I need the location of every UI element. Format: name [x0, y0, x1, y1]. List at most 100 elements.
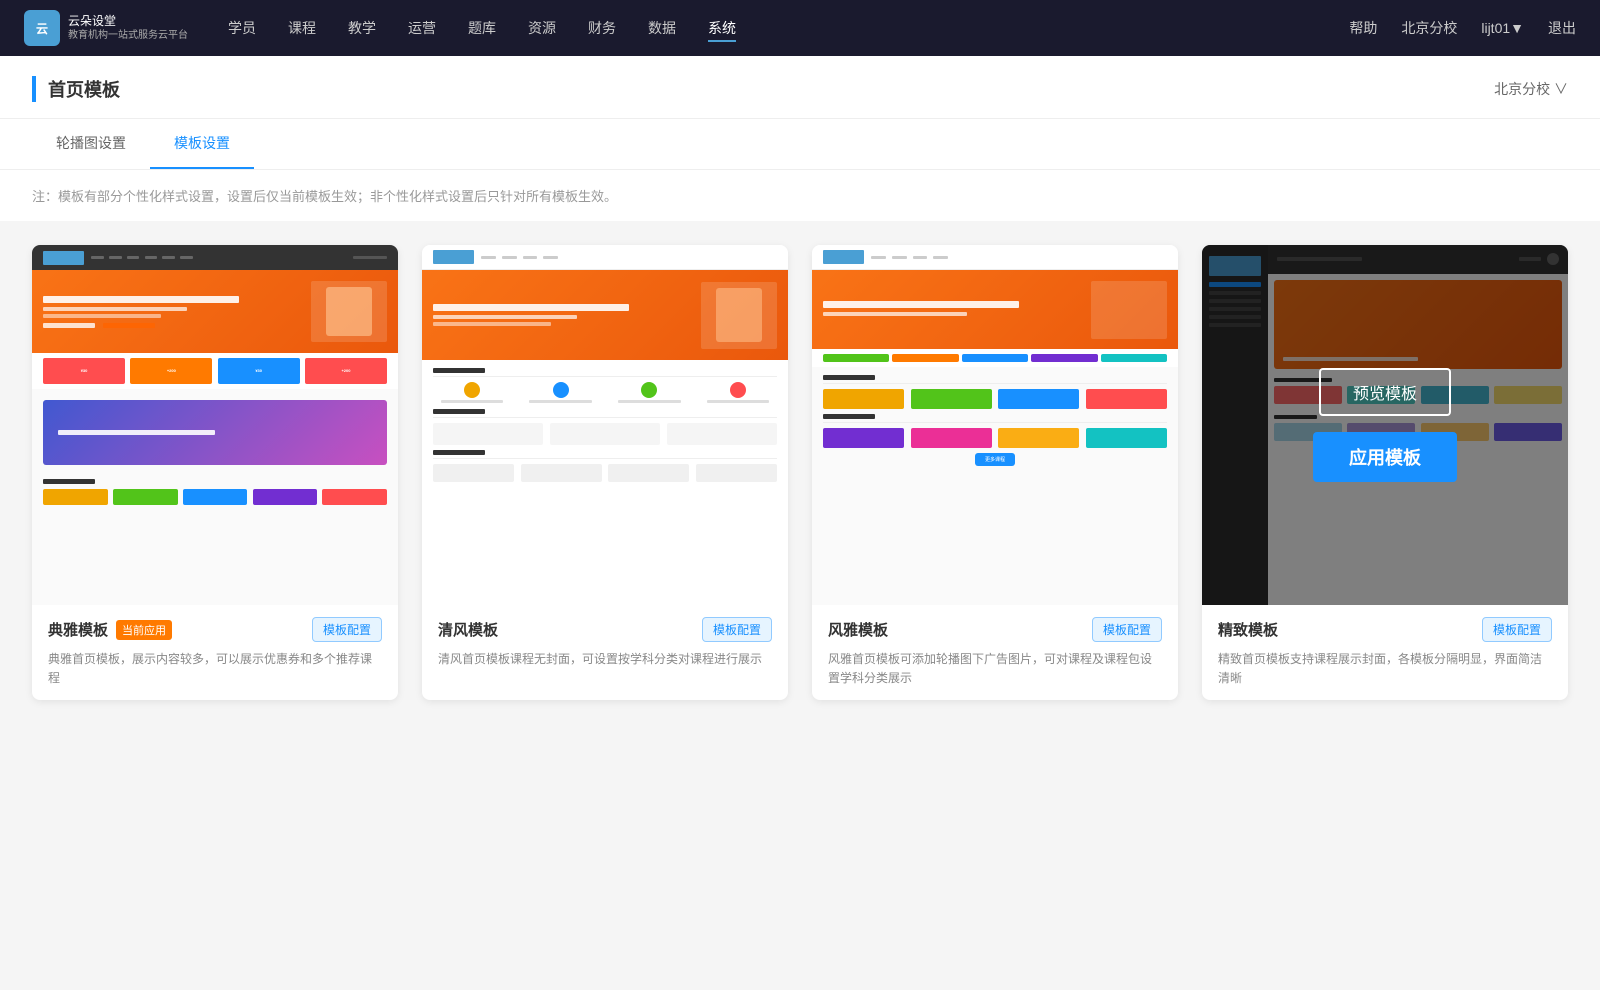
mockup-header	[32, 245, 398, 270]
mockup3-nav-dot	[871, 256, 886, 259]
mockup-thumb	[113, 489, 178, 505]
promo-val: +200	[341, 368, 350, 373]
mockup-thumb	[322, 489, 387, 505]
logout-link[interactable]: 退出	[1548, 18, 1576, 38]
config-button-1[interactable]: 模板配置	[312, 617, 382, 642]
mockup-banner-img	[311, 281, 387, 342]
nav-item-data[interactable]: 数据	[648, 14, 676, 42]
nav-item-system[interactable]: 系统	[708, 14, 736, 42]
nav-item-operations[interactable]: 运营	[408, 14, 436, 42]
template-card-4: 预览模板 应用模板 精致模板 模板配置 精致首页模板支持课程展示封面，各模板分隔…	[1202, 245, 1568, 700]
mockup-user	[353, 256, 387, 259]
config-button-3[interactable]: 模板配置	[1092, 617, 1162, 642]
nav-item-finance[interactable]: 财务	[588, 14, 616, 42]
mockup2-banner	[422, 270, 788, 360]
mockup3-nav	[871, 256, 1167, 259]
template-preview-3: 更多课程	[812, 245, 1178, 605]
template-name-4: 精致模板	[1218, 619, 1278, 640]
mockup3-course-row2	[823, 428, 1167, 448]
mockup2-nav-dot	[523, 256, 538, 259]
preview-button-4[interactable]: 预览模板	[1319, 368, 1451, 416]
mockup3-course-card	[823, 389, 904, 409]
mockup2-teacher-card	[433, 464, 514, 482]
template-footer-1: 典雅模板 当前应用 模板配置 典雅首页模板，展示内容较多，可以展示优惠券和多个推…	[32, 605, 398, 700]
mockup3-body: 更多课程	[812, 367, 1178, 605]
apply-button-4[interactable]: 应用模板	[1313, 432, 1457, 482]
template-title-row-1: 典雅模板 当前应用 模板配置	[48, 617, 382, 642]
mockup-banner	[32, 270, 398, 353]
template-footer-2: 清风模板 模板配置 清风首页模板课程无封面，可设置按学科分类对课程进行展示	[422, 605, 788, 681]
mockup3-cat-blue	[962, 354, 1028, 362]
tab-template[interactable]: 模板设置	[150, 119, 254, 169]
mockup2-name	[441, 400, 504, 403]
config-button-4[interactable]: 模板配置	[1482, 617, 1552, 642]
tabs: 轮播图设置 模板设置	[32, 119, 1568, 169]
mockup-dianya: ¥30 +200 ¥30 +200	[32, 245, 398, 605]
branch-link[interactable]: 北京分校	[1401, 18, 1457, 38]
mockup3-course-row	[823, 389, 1167, 409]
mockup2-person	[610, 382, 688, 403]
template-name-1: 典雅模板	[48, 619, 108, 640]
mockup2-logo	[433, 250, 474, 263]
mockup2-banner-line1	[433, 304, 629, 311]
logo[interactable]: 云 云朵设堂 教育机构一站式服务云平台	[24, 10, 188, 46]
mockup3-btn-row: 更多课程	[823, 453, 1167, 466]
mockup-nav	[91, 256, 346, 259]
template-name-3: 风雅模板	[828, 619, 888, 640]
template-preview-2	[422, 245, 788, 605]
mockup2-banner-line3	[433, 322, 551, 326]
nav-item-courses[interactable]: 课程	[288, 14, 316, 42]
navigation: 云 云朵设堂 教育机构一站式服务云平台 学员 课程 教学 运营 题库 资源 财务…	[0, 0, 1600, 56]
mockup-section	[32, 472, 398, 517]
mockup2-name	[529, 400, 592, 403]
mockup-row	[43, 489, 387, 505]
mockup-cta-banner	[43, 400, 387, 465]
mockup-nav-dot	[162, 256, 175, 259]
mockup2-name	[618, 400, 681, 403]
help-link[interactable]: 帮助	[1349, 18, 1377, 38]
mockup-promo-card-orange: +200	[130, 358, 212, 383]
config-button-2[interactable]: 模板配置	[702, 617, 772, 642]
mockup-thumb	[183, 489, 248, 505]
current-badge: 当前应用	[116, 620, 172, 640]
mockup3-cat-teal	[1101, 354, 1167, 362]
template-title-row-4: 精致模板 模板配置	[1218, 617, 1552, 642]
mockup3-banner	[812, 270, 1178, 349]
mockup2-person-row	[433, 382, 777, 403]
nav-item-teaching[interactable]: 教学	[348, 14, 376, 42]
template-preview-4: 预览模板 应用模板	[1202, 245, 1568, 605]
nav-item-questions[interactable]: 题库	[468, 14, 496, 42]
branch-selector[interactable]: 北京分校 ∨	[1494, 79, 1568, 99]
mockup2-teacher-card	[521, 464, 602, 482]
mockup-qingfeng	[422, 245, 788, 605]
mockup3-nav-dot	[892, 256, 907, 259]
template-footer-4: 精致模板 模板配置 精致首页模板支持课程展示封面，各模板分隔明显，界面简洁清晰	[1202, 605, 1568, 700]
nav-item-students[interactable]: 学员	[228, 14, 256, 42]
divider	[433, 417, 777, 418]
mockup-logo	[43, 251, 84, 265]
mockup2-nav-dot	[502, 256, 517, 259]
user-dropdown[interactable]: lijt01▼	[1481, 20, 1524, 36]
mockup3-cat-orange	[892, 354, 958, 362]
template-title-row-3: 风雅模板 模板配置	[828, 617, 1162, 642]
mockup3-course-card2	[998, 428, 1079, 448]
separator	[0, 221, 1600, 229]
mockup2-name	[707, 400, 770, 403]
mockup2-header	[422, 245, 788, 270]
mockup3-header	[812, 245, 1178, 270]
nav-item-resources[interactable]: 资源	[528, 14, 556, 42]
mockup2-person	[699, 382, 777, 403]
mockup2-avatar	[553, 382, 569, 398]
promo-val: +200	[167, 368, 176, 373]
mockup2-avatar	[730, 382, 746, 398]
mockup-thumb	[253, 489, 318, 505]
divider3	[823, 383, 1167, 384]
mockup2-body	[422, 360, 788, 605]
mockup3-course-card2	[823, 428, 904, 448]
tab-carousel[interactable]: 轮播图设置	[32, 119, 150, 169]
mockup3-banner-content	[823, 301, 1085, 319]
mockup3-course-card	[1086, 389, 1167, 409]
divider2	[433, 458, 777, 459]
mockup3-course-card	[998, 389, 1079, 409]
nav-menu: 学员 课程 教学 运营 题库 资源 财务 数据 系统	[228, 14, 1349, 42]
